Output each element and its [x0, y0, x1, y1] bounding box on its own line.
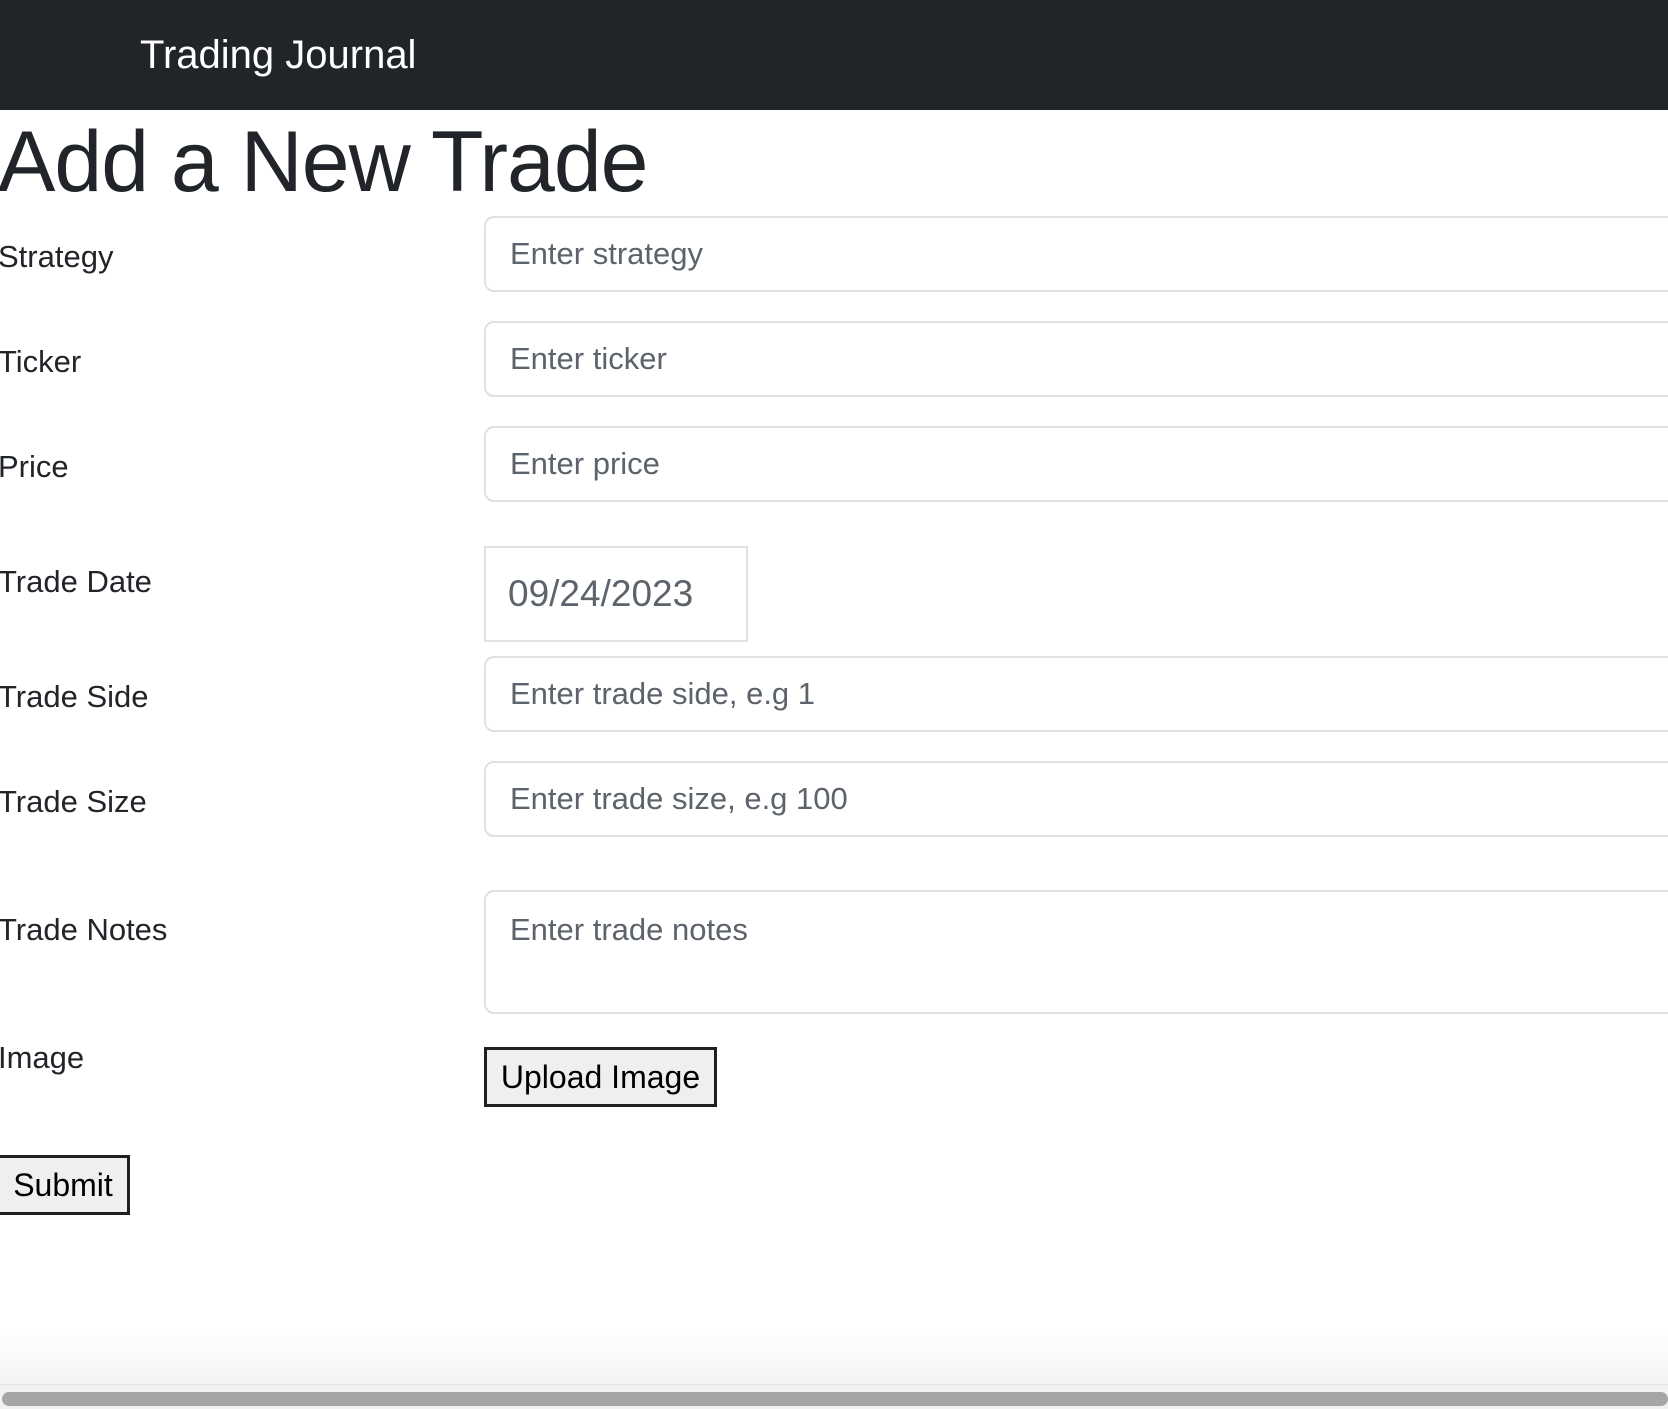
trade-date-input[interactable] — [484, 546, 748, 642]
trade-size-label: Trade Size — [0, 784, 147, 819]
strategy-input[interactable] — [484, 216, 1668, 292]
horizontal-scrollbar[interactable] — [0, 1384, 1668, 1409]
navbar-brand[interactable]: Trading Journal — [140, 30, 416, 80]
price-label: Price — [0, 449, 69, 484]
price-input[interactable] — [484, 426, 1668, 502]
trade-notes-textarea[interactable] — [484, 890, 1668, 1014]
image-label: Image — [0, 1040, 85, 1075]
upload-image-button[interactable]: Upload Image — [484, 1047, 717, 1107]
ticker-input[interactable] — [484, 321, 1668, 397]
trade-notes-label: Trade Notes — [0, 912, 168, 947]
trade-date-label: Trade Date — [0, 564, 152, 599]
top-navbar: Trading Journal — [0, 0, 1668, 110]
ticker-label: Ticker — [0, 344, 82, 379]
trade-side-label: Trade Side — [0, 679, 149, 714]
trade-side-input[interactable] — [484, 656, 1668, 732]
scrollbar-thumb[interactable] — [2, 1392, 1668, 1406]
submit-button[interactable]: Submit — [0, 1155, 130, 1215]
strategy-label: Strategy — [0, 239, 114, 274]
page-bottom-fade — [0, 1330, 1668, 1384]
page-title: Add a New Trade — [0, 114, 648, 210]
trade-size-input[interactable] — [484, 761, 1668, 837]
